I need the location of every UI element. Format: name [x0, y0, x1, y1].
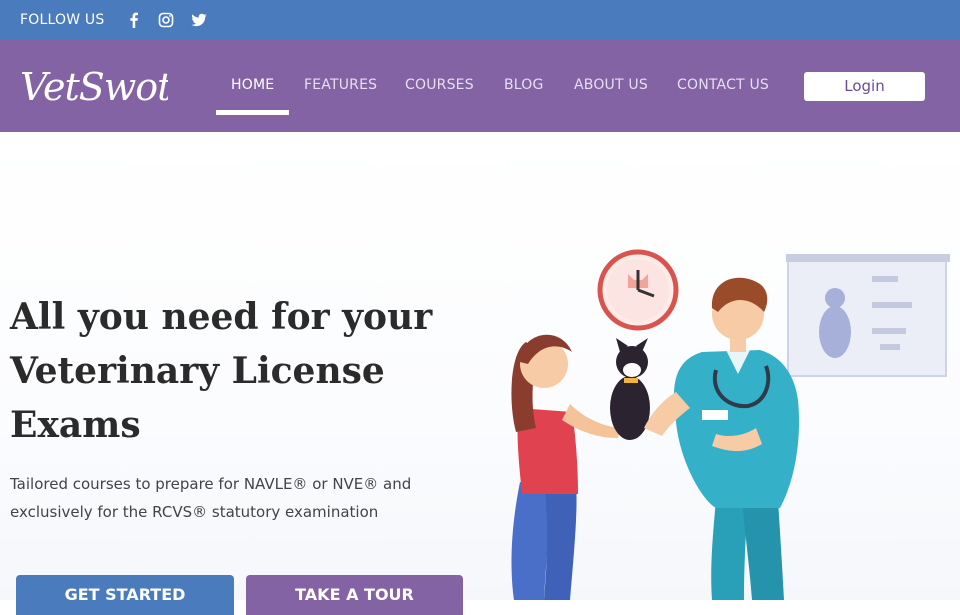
- nav-item-features[interactable]: FEATURES: [304, 40, 377, 132]
- active-nav-indicator: [216, 110, 289, 115]
- vetswot-logo[interactable]: VetSwot: [18, 48, 168, 116]
- get-started-button[interactable]: GET STARTED: [16, 575, 234, 615]
- hero-headline: All you need for your Veterinary License…: [10, 296, 433, 446]
- instagram-icon[interactable]: [157, 11, 175, 29]
- get-started-label: GET STARTED: [64, 585, 186, 604]
- vet-character-image: [644, 277, 800, 600]
- follow-us-label: FOLLOW US: [20, 12, 105, 28]
- logo-text: VetSwot: [20, 65, 168, 109]
- vet-illustration: [511, 249, 950, 600]
- wall-clock-image: [597, 249, 679, 331]
- woman-character-image: [511, 334, 620, 600]
- twitter-icon[interactable]: [190, 11, 208, 29]
- top-bar: FOLLOW US: [0, 0, 960, 40]
- main-navbar: VetSwot HOME FEATURES COURSES BLOG ABOUT…: [0, 40, 960, 132]
- nav-item-contact-us[interactable]: CONTACT US: [677, 40, 769, 132]
- nav-item-about-us[interactable]: ABOUT US: [574, 40, 648, 132]
- take-a-tour-label: TAKE A TOUR: [295, 585, 414, 604]
- hero-section: All you need for your Veterinary License…: [0, 132, 960, 615]
- nav-item-blog[interactable]: BLOG: [504, 40, 544, 132]
- hero-subtext: Tailored courses to prepare for NAVLE® o…: [10, 475, 412, 521]
- nav-item-courses[interactable]: COURSES: [405, 40, 474, 132]
- take-a-tour-button[interactable]: TAKE A TOUR: [246, 575, 463, 615]
- cat-image: [610, 338, 650, 440]
- login-button[interactable]: Login: [804, 72, 925, 101]
- nav-item-home[interactable]: HOME: [231, 40, 274, 132]
- facebook-icon[interactable]: [125, 11, 143, 29]
- anatomy-board-image: [786, 254, 950, 377]
